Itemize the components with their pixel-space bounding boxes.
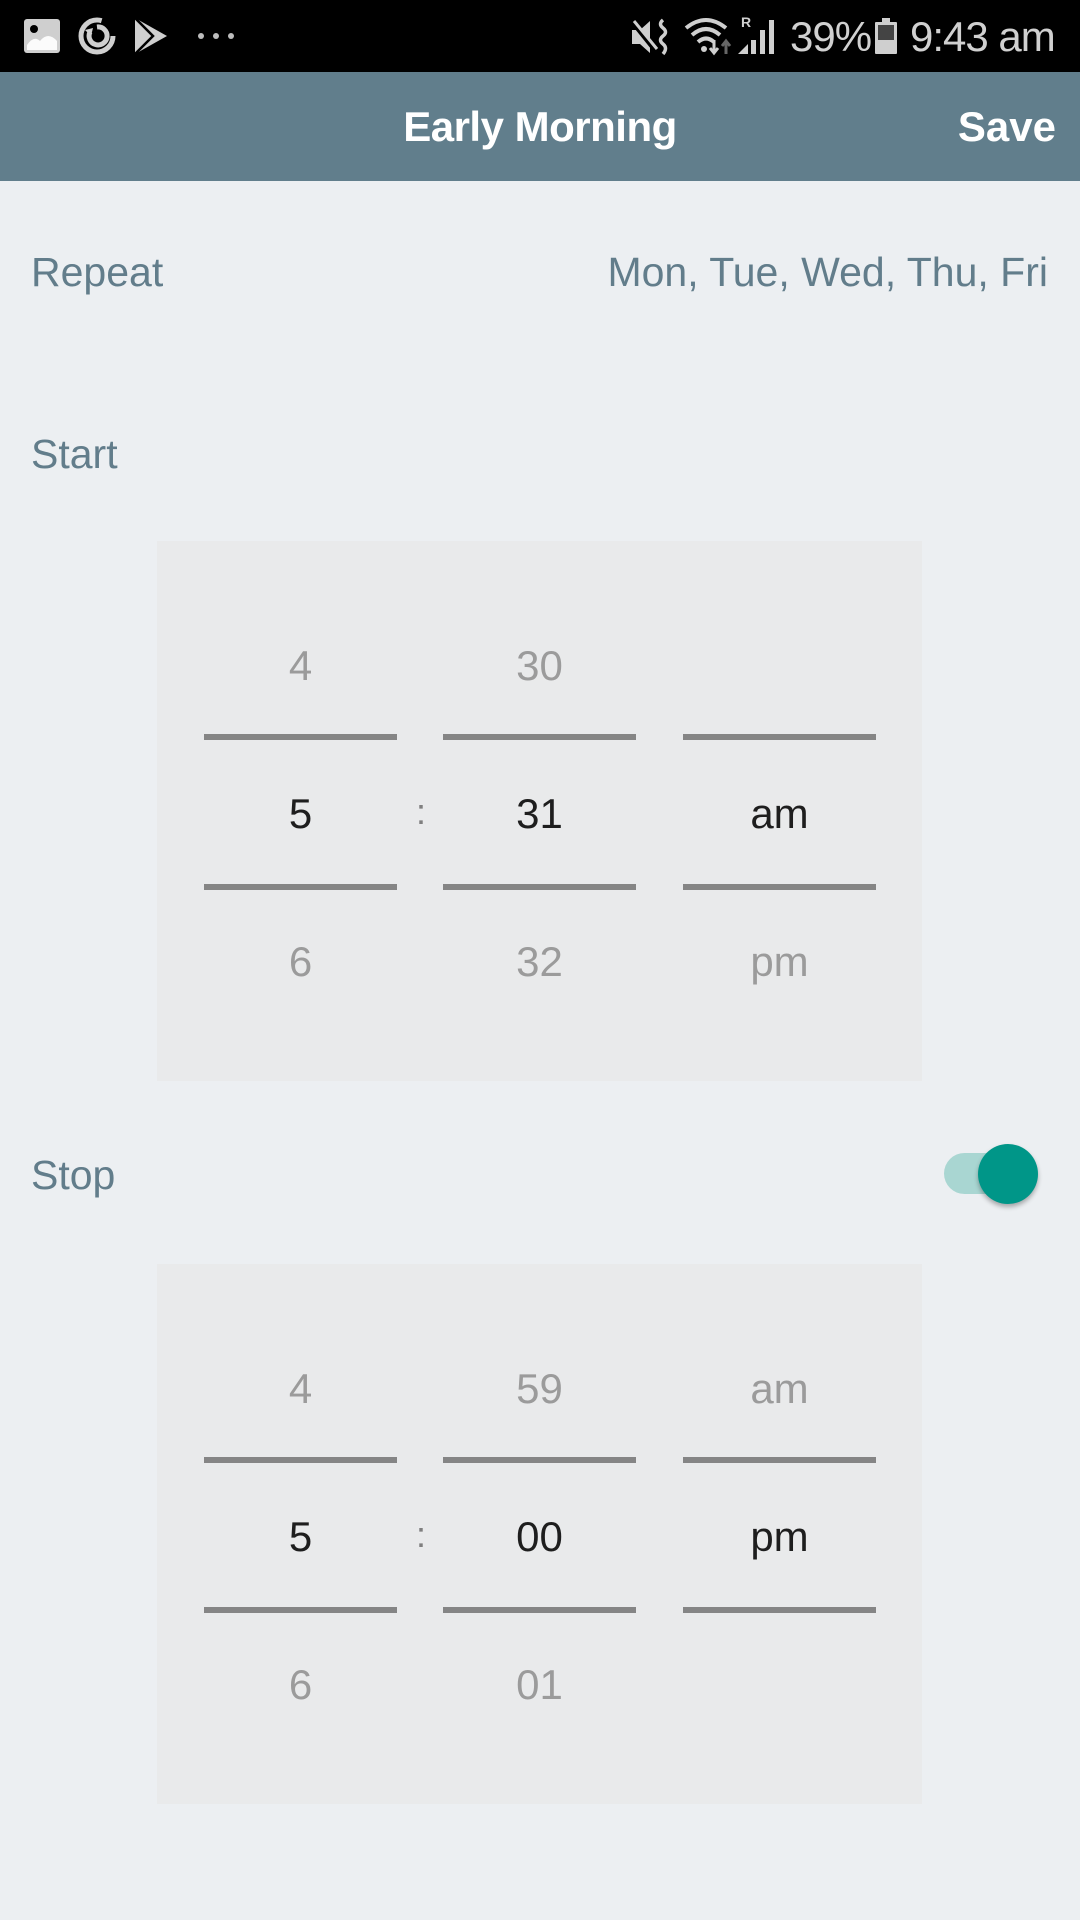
stop-period-wheel[interactable]: am pm bbox=[683, 1264, 876, 1804]
selection-divider bbox=[683, 1607, 876, 1613]
start-hour-selected[interactable]: 5 bbox=[204, 784, 397, 844]
stop-hour-next[interactable]: 6 bbox=[204, 1655, 397, 1715]
stop-minute-wheel[interactable]: 59 00 01 bbox=[443, 1264, 636, 1804]
repeat-days-value[interactable]: Mon, Tue, Wed, Thu, Fri bbox=[607, 248, 1048, 296]
page-title: Early Morning bbox=[403, 103, 677, 150]
mute-vibrate-icon bbox=[630, 18, 668, 56]
selection-divider bbox=[443, 734, 636, 740]
stop-period-selected[interactable]: pm bbox=[683, 1507, 876, 1567]
wifi-icon bbox=[684, 18, 732, 56]
start-label: Start bbox=[31, 431, 118, 477]
status-bar: R 39% 9:43 am bbox=[0, 0, 1080, 72]
start-minute-next[interactable]: 32 bbox=[443, 932, 636, 992]
start-period-next[interactable]: pm bbox=[683, 932, 876, 992]
start-period-wheel[interactable]: am pm bbox=[683, 541, 876, 1081]
start-minute-prev[interactable]: 30 bbox=[443, 636, 636, 696]
start-period-prev[interactable] bbox=[683, 636, 876, 696]
selection-divider bbox=[443, 884, 636, 890]
selection-divider bbox=[204, 884, 397, 890]
time-separator: : bbox=[415, 791, 426, 832]
start-time-picker: 4 5 6 : 30 31 32 am pm bbox=[157, 541, 922, 1081]
start-hour-next[interactable]: 6 bbox=[204, 932, 397, 992]
save-button[interactable]: Save bbox=[958, 102, 1056, 152]
selection-divider bbox=[683, 884, 876, 890]
sync-icon bbox=[78, 17, 116, 55]
gallery-icon bbox=[24, 19, 60, 53]
roaming-signal-icon bbox=[738, 20, 774, 54]
selection-divider bbox=[683, 734, 876, 740]
stop-enabled-toggle[interactable] bbox=[944, 1142, 1040, 1206]
stop-minute-prev[interactable]: 59 bbox=[443, 1359, 636, 1419]
battery-percent: 39% bbox=[790, 13, 872, 60]
toggle-thumb bbox=[978, 1144, 1038, 1204]
app-bar: Early Morning Save bbox=[0, 72, 1080, 181]
selection-divider bbox=[204, 1607, 397, 1613]
selection-divider bbox=[204, 1457, 397, 1463]
stop-time-picker: 4 5 6 : 59 00 01 am pm bbox=[157, 1264, 922, 1804]
stop-hour-wheel[interactable]: 4 5 6 bbox=[204, 1264, 397, 1804]
clock: 9:43 am bbox=[910, 13, 1056, 60]
stop-minute-next[interactable]: 01 bbox=[443, 1655, 636, 1715]
battery-icon bbox=[875, 18, 897, 54]
stop-minute-selected[interactable]: 00 bbox=[443, 1507, 636, 1567]
start-hour-wheel[interactable]: 4 5 6 bbox=[204, 541, 397, 1081]
selection-divider bbox=[204, 734, 397, 740]
stop-hour-selected[interactable]: 5 bbox=[204, 1507, 397, 1567]
start-minute-selected[interactable]: 31 bbox=[443, 784, 636, 844]
start-period-selected[interactable]: am bbox=[683, 784, 876, 844]
selection-divider bbox=[443, 1607, 636, 1613]
selection-divider bbox=[443, 1457, 636, 1463]
selection-divider bbox=[683, 1457, 876, 1463]
stop-hour-prev[interactable]: 4 bbox=[204, 1359, 397, 1419]
start-minute-wheel[interactable]: 30 31 32 bbox=[443, 541, 636, 1081]
repeat-label: Repeat bbox=[31, 249, 164, 295]
start-hour-prev[interactable]: 4 bbox=[204, 636, 397, 696]
play-store-icon bbox=[135, 18, 167, 54]
stop-label: Stop bbox=[31, 1152, 116, 1198]
time-separator: : bbox=[415, 1514, 426, 1555]
stop-period-next[interactable] bbox=[683, 1655, 876, 1715]
more-dots-icon bbox=[198, 33, 238, 41]
stop-period-prev[interactable]: am bbox=[683, 1359, 876, 1419]
